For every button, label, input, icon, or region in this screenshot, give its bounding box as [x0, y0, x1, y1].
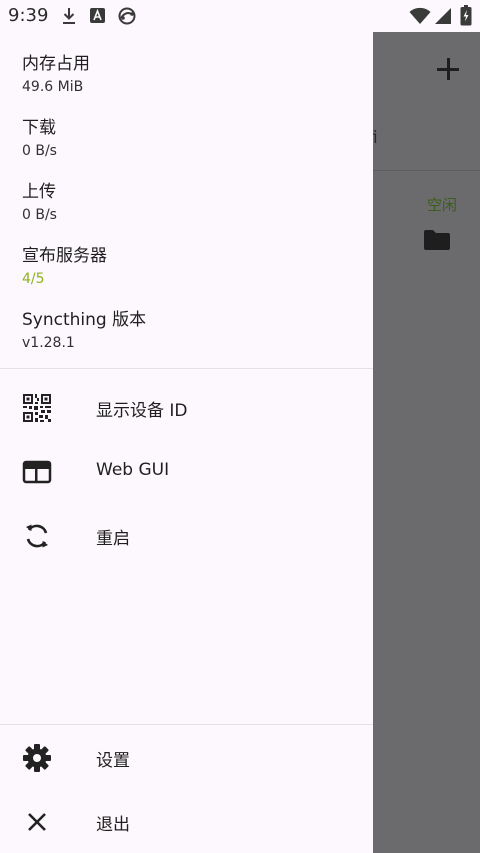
stat-version-value: v1.28.1 [22, 335, 75, 351]
menu-settings-label: 设置 [96, 751, 130, 771]
stat-version-label: Syncthing 版本 [22, 310, 147, 330]
restart-icon [26, 524, 48, 548]
menu-exit-label: 退出 [96, 815, 130, 835]
stat-upload: 上传 0 B/s [22, 181, 57, 225]
stat-memory: 内存占用 49.6 MiB [22, 53, 90, 97]
qr-code-icon [23, 394, 51, 422]
add-folder-icon[interactable] [437, 58, 459, 80]
sync-status-icon [118, 7, 136, 25]
stat-announce-value: 4/5 [22, 271, 45, 287]
menu-restart[interactable]: 重启 [0, 503, 373, 567]
gear-icon [23, 744, 51, 772]
menu-show-device-id-label: 显示设备 ID [96, 401, 188, 421]
menu-show-device-id[interactable]: 显示设备 ID [0, 375, 373, 439]
stat-upload-value: 0 B/s [22, 207, 57, 223]
background-divider [373, 170, 480, 171]
background-screen[interactable] [373, 32, 480, 853]
wifi-icon [409, 7, 431, 24]
stat-announce-label: 宣布服务器 [22, 246, 107, 266]
web-window-icon [22, 460, 52, 484]
stat-memory-label: 内存占用 [22, 54, 90, 74]
stat-download: 下载 0 B/s [22, 117, 57, 161]
close-icon [28, 813, 46, 831]
status-bar: 9:39 [0, 0, 480, 32]
status-time: 9:39 [8, 5, 49, 26]
signal-icon [435, 8, 451, 24]
download-icon [63, 8, 75, 24]
menu-restart-label: 重启 [96, 529, 130, 549]
stat-download-label: 下载 [22, 118, 56, 138]
menu-web-gui[interactable]: Web GUI [0, 439, 373, 503]
battery-charging-icon [460, 5, 472, 26]
stat-version: Syncthing 版本 v1.28.1 [22, 309, 146, 353]
stat-download-value: 0 B/s [22, 143, 57, 159]
a-badge-icon [90, 8, 105, 23]
drawer-divider-top [0, 368, 373, 369]
menu-web-gui-label: Web GUI [96, 460, 170, 480]
stat-announce-servers[interactable]: 宣布服务器 4/5 [22, 245, 107, 289]
stat-memory-value: 49.6 MiB [22, 79, 84, 95]
navigation-drawer: 内存占用 49.6 MiB 下载 0 B/s 上传 0 B/s 宣布服务器 4/… [0, 32, 373, 853]
folder-status-label: 空闲 [427, 196, 458, 214]
stat-upload-label: 上传 [22, 182, 56, 202]
menu-settings[interactable]: 设置 [0, 725, 373, 789]
folder-icon [424, 230, 450, 250]
menu-exit[interactable]: 退出 [0, 789, 373, 853]
